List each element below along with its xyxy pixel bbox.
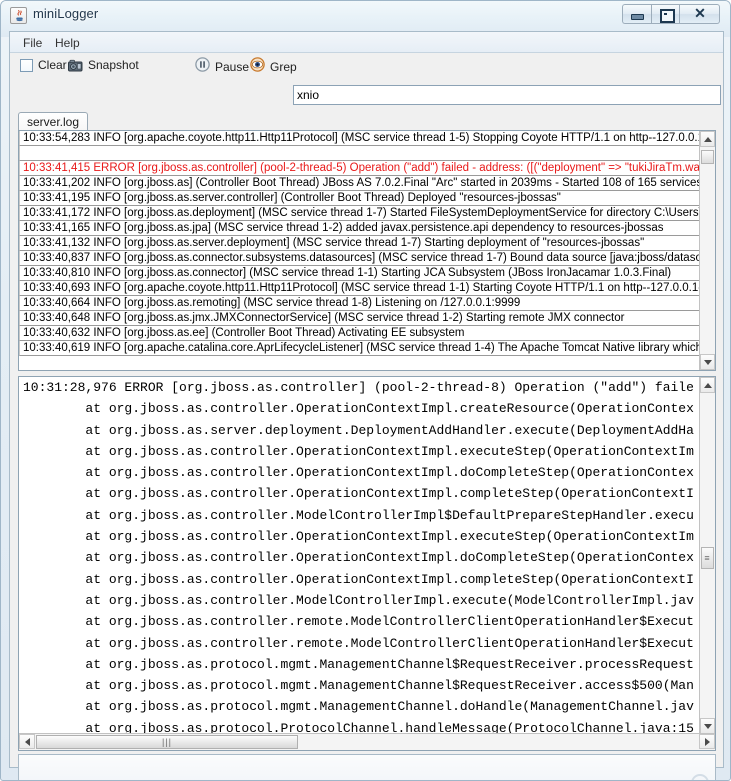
stacktrace-line[interactable]: at org.jboss.as.controller.remote.ModelC… bbox=[23, 633, 700, 654]
clear-checkbox-group[interactable]: Clear bbox=[20, 58, 67, 72]
stacktrace-line[interactable]: at org.jboss.as.controller.OperationCont… bbox=[23, 569, 700, 590]
minimize-icon bbox=[631, 14, 644, 20]
grep-toggle[interactable]: Grep bbox=[250, 57, 297, 77]
stacktrace-scroll-up-button[interactable] bbox=[700, 377, 715, 393]
log-row[interactable]: 10:33:40,810 INFO [org.jboss.as.connecto… bbox=[19, 266, 701, 281]
resize-grip-icon[interactable] bbox=[691, 774, 709, 780]
log-row[interactable]: 10:33:40,664 INFO [org.jboss.as.remoting… bbox=[19, 296, 701, 311]
log-row[interactable]: 10:33:41,132 INFO [org.jboss.as.server.d… bbox=[19, 236, 701, 251]
window-title: miniLogger bbox=[33, 6, 99, 21]
clear-checkbox[interactable] bbox=[20, 58, 33, 72]
stacktrace-line[interactable]: at org.jboss.as.protocol.mgmt.Management… bbox=[23, 654, 700, 675]
triangle-up-icon bbox=[703, 136, 712, 142]
stacktrace-hscroll-thumb[interactable]: ||| bbox=[36, 735, 298, 749]
stacktrace-horizontal-scrollbar[interactable]: ||| bbox=[19, 733, 715, 750]
log-list-vertical-scrollbar[interactable] bbox=[699, 131, 715, 370]
tabstrip: server.log bbox=[14, 112, 720, 131]
stacktrace-line[interactable]: at org.jboss.as.controller.remote.ModelC… bbox=[23, 611, 700, 632]
camera-icon bbox=[68, 59, 83, 72]
stacktrace-scroll-thumb[interactable]: ≡ bbox=[701, 547, 714, 569]
triangle-left-icon bbox=[24, 737, 30, 746]
grep-label: Grep bbox=[270, 60, 297, 74]
log-list[interactable]: 10:33:54,283 INFO [org.apache.coyote.htt… bbox=[19, 131, 701, 370]
stacktrace-line[interactable]: at org.jboss.as.protocol.mgmt.Management… bbox=[23, 675, 700, 696]
stacktrace-line[interactable]: at org.jboss.as.protocol.mgmt.Management… bbox=[23, 696, 700, 717]
menu-item-help[interactable]: Help bbox=[50, 35, 85, 51]
menu-item-file[interactable]: File bbox=[18, 35, 47, 51]
triangle-right-icon bbox=[704, 737, 710, 746]
eye-icon bbox=[250, 57, 265, 77]
log-row[interactable]: 10:33:40,632 INFO [org.jboss.as.ee] (Con… bbox=[19, 326, 701, 341]
clear-label: Clear bbox=[38, 58, 67, 72]
pause-button[interactable]: Pause bbox=[195, 57, 249, 77]
stacktrace-line[interactable]: at org.jboss.as.controller.OperationCont… bbox=[23, 441, 700, 462]
log-row[interactable]: 10:33:41,172 INFO [org.jboss.as.deployme… bbox=[19, 206, 701, 221]
log-row[interactable]: 10:33:40,619 INFO [org.apache.catalina.c… bbox=[19, 341, 701, 356]
close-icon: ✕ bbox=[694, 6, 706, 22]
stacktrace-scroll-left-button[interactable] bbox=[19, 734, 35, 749]
hthumb-grip-icon: ||| bbox=[161, 736, 172, 747]
log-row[interactable]: 10:33:41,195 INFO [org.jboss.as.server.c… bbox=[19, 191, 701, 206]
maximize-button[interactable] bbox=[651, 4, 680, 24]
client-area: File Help Clear Snapshot Pause Grep xnio… bbox=[9, 31, 724, 780]
stacktrace-line[interactable]: at org.jboss.as.controller.OperationCont… bbox=[23, 483, 700, 504]
stacktrace-text[interactable]: 10:31:28,976 ERROR [org.jboss.as.control… bbox=[19, 377, 700, 734]
tab-server-log[interactable]: server.log bbox=[18, 112, 89, 131]
log-row[interactable]: 10:33:40,648 INFO [org.jboss.as.jmx.JMXC… bbox=[19, 311, 701, 326]
titlebar[interactable]: miniLogger ✕ bbox=[1, 1, 730, 31]
statusbar bbox=[18, 754, 716, 780]
triangle-up-icon bbox=[703, 382, 712, 388]
minimize-button[interactable] bbox=[622, 4, 651, 24]
log-scroll-thumb[interactable] bbox=[701, 150, 714, 164]
stacktrace-line[interactable]: at org.jboss.as.controller.ModelControll… bbox=[23, 590, 700, 611]
application-window: miniLogger ✕ File Help Clear Snapshot Pa… bbox=[0, 0, 731, 781]
thumb-grip-icon: ≡ bbox=[704, 553, 711, 563]
log-scroll-up-button[interactable] bbox=[700, 131, 715, 147]
java-coffee-cup-icon bbox=[10, 7, 27, 24]
log-row[interactable]: 10:33:41,202 INFO [org.jboss.as] (Contro… bbox=[19, 176, 701, 191]
log-row[interactable] bbox=[19, 146, 701, 161]
stacktrace-vertical-scrollbar[interactable]: ≡ bbox=[699, 377, 715, 734]
log-row[interactable]: 10:33:41,415 ERROR [org.jboss.as.control… bbox=[19, 161, 701, 176]
menubar: File Help bbox=[10, 32, 723, 53]
stacktrace-scroll-right-button[interactable] bbox=[699, 734, 715, 749]
triangle-down-icon bbox=[703, 359, 712, 365]
stacktrace-line[interactable]: at org.jboss.as.controller.OperationCont… bbox=[23, 547, 700, 568]
maximize-icon bbox=[660, 9, 675, 23]
stacktrace-line[interactable]: 10:31:28,976 ERROR [org.jboss.as.control… bbox=[23, 377, 700, 398]
stacktrace-line[interactable]: at org.jboss.as.controller.ModelControll… bbox=[23, 505, 700, 526]
stacktrace-line[interactable]: at org.jboss.as.controller.OperationCont… bbox=[23, 526, 700, 547]
close-button[interactable]: ✕ bbox=[680, 4, 720, 24]
log-list-panel: 10:33:54,283 INFO [org.apache.coyote.htt… bbox=[18, 130, 716, 371]
pause-icon bbox=[195, 57, 210, 77]
log-row[interactable]: 10:33:41,165 INFO [org.jboss.as.jpa] (MS… bbox=[19, 221, 701, 236]
stacktrace-panel: 10:31:28,976 ERROR [org.jboss.as.control… bbox=[18, 376, 716, 751]
log-row[interactable]: 10:33:54,283 INFO [org.apache.coyote.htt… bbox=[19, 131, 701, 146]
stacktrace-line[interactable]: at org.jboss.as.controller.OperationCont… bbox=[23, 462, 700, 483]
toolbar: Clear Snapshot Pause Grep bbox=[10, 53, 723, 83]
triangle-down-icon bbox=[703, 723, 712, 729]
stacktrace-line[interactable]: at org.jboss.as.protocol.ProtocolChannel… bbox=[23, 718, 700, 734]
log-scroll-down-button[interactable] bbox=[700, 354, 715, 370]
stacktrace-line[interactable]: at org.jboss.as.server.deployment.Deploy… bbox=[23, 420, 700, 441]
log-row[interactable]: 10:33:40,693 INFO [org.apache.coyote.htt… bbox=[19, 281, 701, 296]
pause-label: Pause bbox=[215, 60, 250, 74]
stacktrace-scroll-down-button[interactable] bbox=[700, 718, 715, 734]
snapshot-label: Snapshot bbox=[88, 58, 139, 72]
snapshot-button[interactable]: Snapshot bbox=[68, 58, 139, 72]
stacktrace-line[interactable]: at org.jboss.as.controller.OperationCont… bbox=[23, 398, 700, 419]
log-row[interactable]: 10:33:40,837 INFO [org.jboss.as.connecto… bbox=[19, 251, 701, 266]
grep-input[interactable] bbox=[293, 85, 721, 105]
